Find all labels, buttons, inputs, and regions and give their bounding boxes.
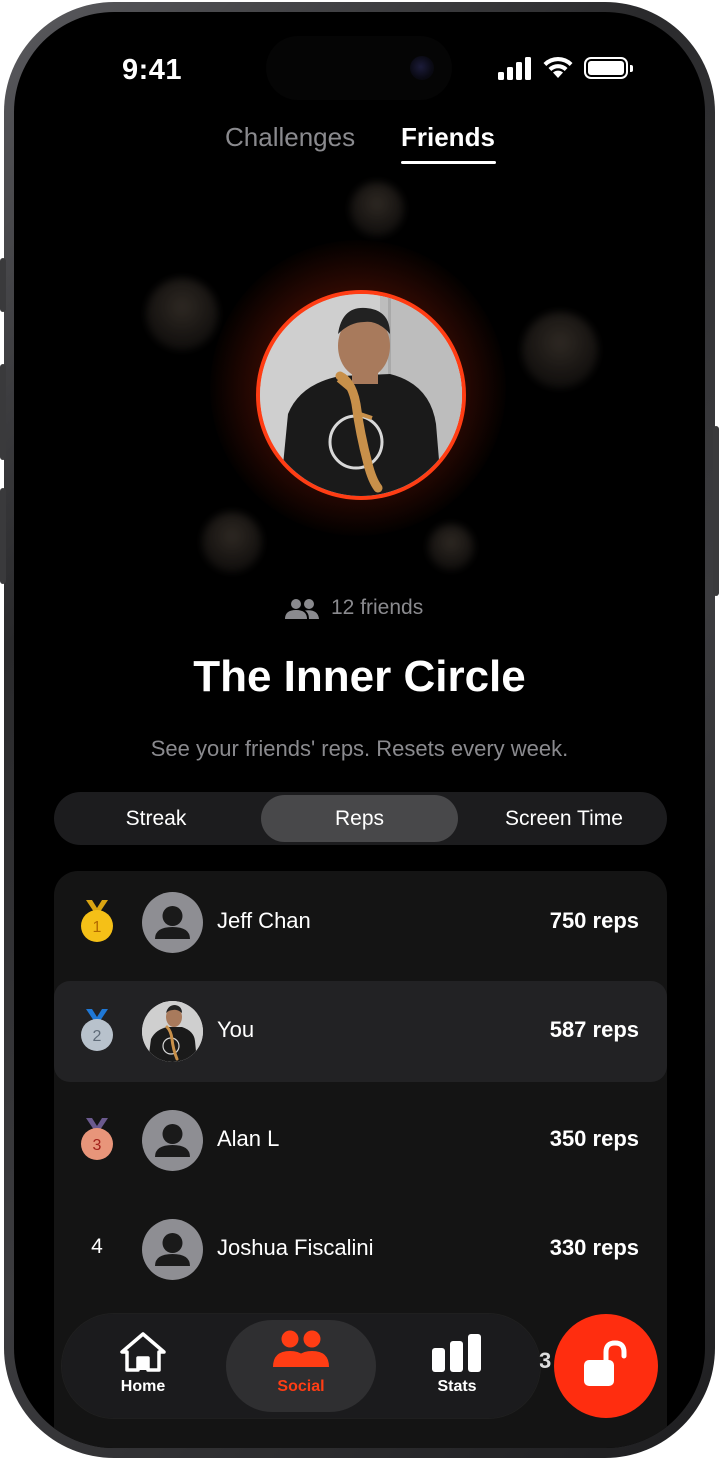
tab-challenges[interactable]: Challenges: [225, 122, 355, 153]
svg-text:2: 2: [93, 1028, 102, 1045]
gold-medal-icon: 1: [81, 900, 113, 942]
friends-count-label: 12 friends: [331, 596, 424, 619]
wifi-icon: [543, 56, 573, 78]
friend-name: Jeff Chan: [217, 908, 311, 933]
friend-name: Joshua Fiscalini: [217, 1235, 374, 1260]
friend-avatar-blurred: [428, 524, 474, 570]
nav-stats[interactable]: Stats: [382, 1314, 532, 1418]
segment-screen-time[interactable]: Screen Time: [461, 792, 667, 845]
camera-icon: [410, 56, 434, 80]
volume-down-button: [0, 488, 6, 584]
leaderboard-row-current-user[interactable]: 2 You 587 reps: [54, 981, 667, 1082]
svg-text:3: 3: [93, 1137, 102, 1154]
profile-avatar[interactable]: [256, 290, 466, 500]
friend-avatar-blurred: [522, 312, 598, 388]
bar-chart-icon: [432, 1334, 481, 1372]
unlock-icon: [584, 1340, 627, 1386]
svg-text:1: 1: [93, 919, 102, 936]
friend-name: You: [217, 1017, 255, 1042]
people-icon: [273, 1330, 329, 1367]
friend-score: 587 reps: [549, 1017, 639, 1042]
leaderboard-metric-selector: Streak Reps Screen Time: [54, 792, 667, 845]
volume-up-button: [0, 364, 6, 460]
friend-score: 350 reps: [549, 1126, 639, 1151]
friend-score: 330 reps: [549, 1235, 639, 1260]
cellular-signal-icon: [498, 56, 534, 80]
avatar: [142, 1219, 203, 1280]
active-tab-indicator: [401, 161, 496, 164]
segment-streak[interactable]: Streak: [54, 792, 258, 845]
page-subtitle: See your friends' reps. Resets every wee…: [150, 736, 569, 761]
unlock-button[interactable]: [554, 1314, 658, 1418]
profile-photo: [260, 294, 462, 496]
avatar: [142, 1110, 203, 1171]
bronze-medal-icon: 3: [81, 1118, 113, 1160]
tab-friends[interactable]: Friends: [401, 122, 495, 153]
person-placeholder-icon: [155, 906, 190, 939]
silver-medal-icon: 2: [81, 1009, 113, 1051]
screen: 9:41 Challenges Friends 12 friends The I…: [14, 12, 705, 1448]
leaderboard-row[interactable]: 1 Jeff Chan 750 reps: [54, 872, 667, 973]
nav-social[interactable]: Social: [226, 1320, 376, 1412]
people-icon: [285, 599, 319, 619]
nav-social-label: Social: [277, 1378, 325, 1395]
leaderboard-row[interactable]: 3 Alan L 350 reps: [54, 1090, 667, 1191]
nav-stats-label: Stats: [437, 1378, 477, 1395]
leaderboard-row[interactable]: 4 Joshua Fiscalini 330 reps: [54, 1199, 667, 1300]
avatar: [142, 1001, 203, 1062]
partial-row-score: 3: [539, 1348, 552, 1373]
friend-avatar-blurred: [350, 182, 404, 236]
battery-icon: [584, 57, 633, 79]
friend-avatar-blurred: [202, 512, 262, 572]
person-placeholder-icon: [155, 1124, 190, 1157]
segment-reps[interactable]: Reps: [261, 792, 458, 845]
phone-device: 9:41 Challenges Friends 12 friends The I…: [0, 0, 719, 1460]
home-icon: [120, 1332, 166, 1372]
bottom-nav: Home Social Stats: [62, 1314, 540, 1418]
avatar: [142, 892, 203, 953]
rank-number: 4: [91, 1235, 103, 1258]
power-button: [713, 426, 719, 596]
status-time: 9:41: [122, 54, 183, 86]
action-button: [0, 258, 6, 312]
person-placeholder-icon: [155, 1233, 190, 1266]
nav-home[interactable]: Home: [68, 1314, 218, 1418]
nav-home-label: Home: [120, 1378, 166, 1395]
profile-photo: [142, 1001, 203, 1062]
friend-score: 750 reps: [549, 908, 639, 933]
friend-name: Alan L: [217, 1126, 280, 1151]
page-title: The Inner Circle: [193, 652, 526, 701]
friend-avatar-blurred: [146, 278, 218, 350]
